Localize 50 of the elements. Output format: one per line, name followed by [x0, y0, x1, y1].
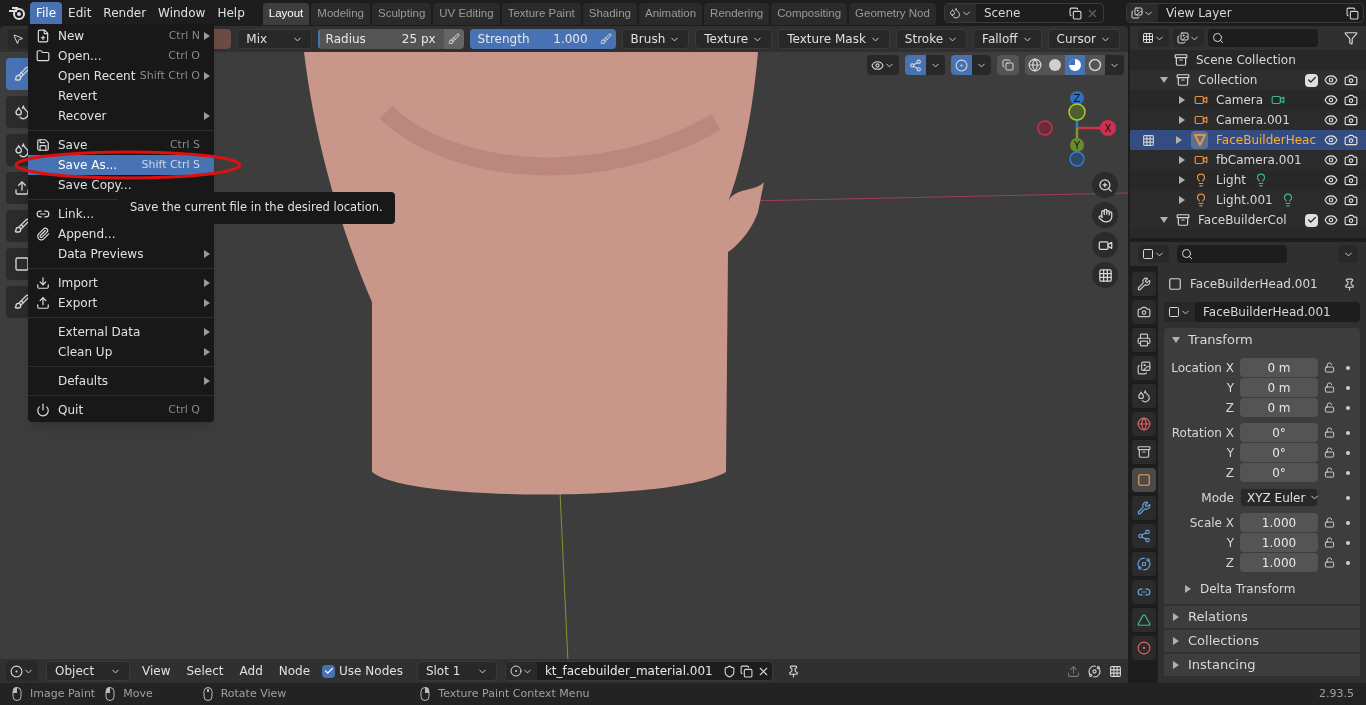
field-label: Mode: [1200, 489, 1235, 507]
material-name: kt_facebuilder_material.001: [543, 663, 714, 680]
slider-value: 1.000: [553, 31, 588, 48]
shortcut-text: Ctrl Q: [168, 401, 200, 418]
menu-item-label: Data Previews: [58, 246, 144, 263]
field-label: Y: [1225, 444, 1235, 462]
status-hint: Image Paint: [30, 685, 96, 702]
field-label: Y: [1225, 534, 1235, 552]
panel-title: Transform: [1188, 331, 1253, 350]
status-hint: Move: [123, 685, 153, 702]
menu-item-label: New: [58, 28, 85, 45]
menu-item-label: Save As...: [58, 157, 118, 174]
shortcut-text: Shift Ctrl S: [141, 156, 200, 173]
menu-item-label: Import: [58, 275, 98, 292]
field-label: Rotation X: [1170, 424, 1235, 442]
menu-item-label: Quit: [58, 402, 84, 419]
field-label: Y: [1225, 379, 1235, 397]
status-hint: Rotate View: [220, 685, 287, 702]
menu-item-label: Link...: [58, 206, 95, 223]
shortcut-text: Shift Ctrl O: [139, 67, 200, 84]
menu-item-label: Save: [58, 137, 88, 154]
menu-item-label: Append...: [58, 226, 116, 243]
menu-item-label: Revert: [58, 88, 98, 105]
menu-item-label: Save Copy...: [58, 177, 132, 194]
status-hint: Texture Paint Context Menu: [438, 685, 590, 702]
slider-label: Radius: [325, 31, 366, 48]
panel-title: Collections: [1188, 632, 1260, 651]
menu-item-label: Clean Up: [58, 344, 113, 361]
menu-item-label: Export: [58, 295, 98, 312]
menu-item-label: Recover: [58, 108, 107, 125]
field-label: Z: [1224, 464, 1235, 482]
menu-item-label: Open Recent: [58, 68, 136, 85]
scene-name: Scene: [983, 5, 1022, 22]
version-text: 2.93.5: [1319, 685, 1354, 702]
panel-title: Instancing: [1188, 656, 1256, 675]
menu-item-label: External Data: [58, 324, 141, 341]
tooltip: Save the current file in the desired location.: [118, 192, 395, 224]
slider-label: Strength: [477, 31, 530, 48]
shortcut-text: Ctrl N: [168, 27, 200, 44]
shortcut-text: Ctrl S: [169, 136, 200, 153]
view-layer-name: View Layer: [1165, 5, 1233, 22]
field-label: Scale X: [1188, 514, 1235, 532]
object-name: FaceBuilderHead.001: [1190, 276, 1318, 293]
menu-item-label: Defaults: [58, 373, 109, 390]
field-label: Z: [1224, 399, 1235, 417]
panel-title: Relations: [1188, 608, 1248, 627]
field-label: Z: [1224, 554, 1235, 572]
slider-value: 25 px: [401, 31, 436, 48]
field-label: Location X: [1170, 359, 1235, 377]
subpanel-title: Delta Transform: [1200, 581, 1296, 598]
